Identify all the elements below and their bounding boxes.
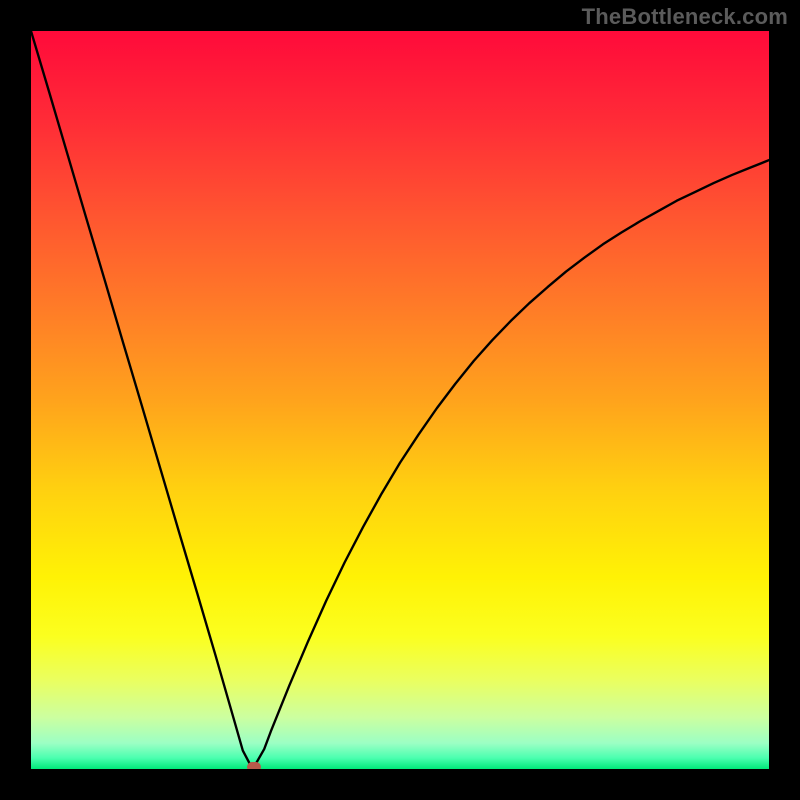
plot-area: [31, 31, 769, 769]
chart-frame: TheBottleneck.com: [0, 0, 800, 800]
optimal-marker: [247, 762, 261, 769]
watermark-label: TheBottleneck.com: [582, 4, 788, 30]
bottleneck-curve: [31, 31, 769, 769]
